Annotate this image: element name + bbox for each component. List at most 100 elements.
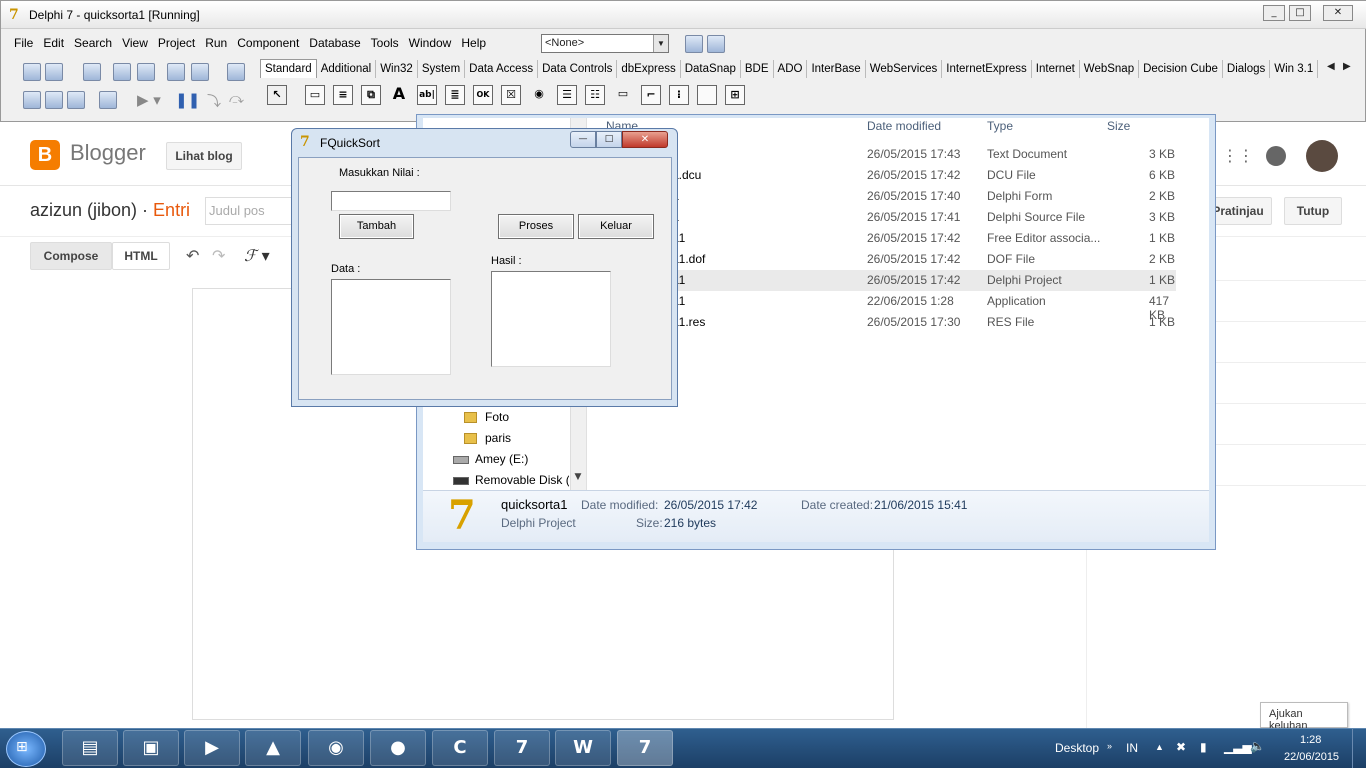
desktop-toolbar[interactable]: Desktop <box>1055 741 1099 755</box>
undo-icon[interactable]: ↶ <box>186 246 199 265</box>
debug-desktop-icon[interactable] <box>707 35 725 53</box>
frames-icon[interactable]: ⧉ <box>361 85 381 105</box>
view-blog-button[interactable]: Lihat blog <box>166 142 242 170</box>
step-over-icon[interactable]: ⤼ <box>229 91 244 107</box>
chevron-down-icon[interactable]: ▼ <box>653 35 668 52</box>
explorer-taskbar-icon[interactable]: ▤ <box>62 730 118 766</box>
tab-data-access[interactable]: Data Access <box>465 60 539 78</box>
tree-item-removable-disk[interactable]: Removable Disk (I <box>453 473 569 487</box>
tab-interbase[interactable]: InterBase <box>807 60 866 78</box>
show-desktop-button[interactable] <box>1352 729 1366 768</box>
maximize-icon[interactable]: □ <box>1289 5 1311 21</box>
tab-dbexpress[interactable]: dbExpress <box>617 60 681 78</box>
form-maximize-icon[interactable]: □ <box>596 131 622 148</box>
network-error-icon[interactable]: ✖ <box>1176 740 1186 754</box>
font-icon[interactable]: ℱ ▾ <box>244 246 270 265</box>
column-size[interactable]: Size <box>1107 119 1130 133</box>
clock-time[interactable]: 1:28 <box>1300 734 1321 746</box>
close-icon[interactable]: ✕ <box>1323 5 1353 21</box>
file-row[interactable]: a1 22/06/2015 1:28 Application 417 KB <box>596 291 1176 322</box>
actionlist-icon[interactable]: ⊞ <box>725 85 745 105</box>
desktop-combo[interactable]: <None> ▼ <box>541 34 669 53</box>
clock-date[interactable]: 22/06/2015 <box>1284 751 1339 763</box>
chrome-taskbar-icon[interactable]: ◉ <box>308 730 364 766</box>
tab-win31[interactable]: Win 3.1 <box>1270 60 1319 78</box>
volume-icon[interactable]: 🔈 <box>1250 739 1265 753</box>
tab-additional[interactable]: Additional <box>317 60 377 78</box>
menu-component[interactable]: Component <box>232 33 304 53</box>
tree-item-paris[interactable]: paris <box>464 431 511 445</box>
button-icon[interactable]: OK <box>473 85 493 105</box>
menu-help[interactable]: Help <box>456 33 491 53</box>
radiobutton-icon[interactable]: ◉ <box>529 85 549 105</box>
desktop-toolbar-arrow-icon[interactable]: » <box>1107 741 1112 751</box>
save-all-icon[interactable] <box>113 63 131 81</box>
menu-database[interactable]: Database <box>304 33 365 53</box>
tab-standard[interactable]: Standard <box>260 59 317 78</box>
save-icon[interactable] <box>83 63 101 81</box>
tab-internetexpress[interactable]: InternetExpress <box>942 60 1032 78</box>
vlc-taskbar-icon[interactable]: ▲ <box>245 730 301 766</box>
view-form-icon[interactable] <box>45 91 63 109</box>
file-row[interactable]: a.dcu 26/05/2015 17:42 DCU File 6 KB <box>596 165 1176 186</box>
toggle-form-unit-icon[interactable] <box>67 91 85 109</box>
form-minimize-icon[interactable]: — <box>570 131 596 148</box>
ide-titlebar[interactable]: 7 Delphi 7 - quicksorta1 [Running] _ □ ✕ <box>1 1 1366 29</box>
listbox-icon[interactable]: ☰ <box>557 85 577 105</box>
scrollbar-icon[interactable]: ▭ <box>613 85 633 105</box>
data-listbox[interactable] <box>331 279 451 375</box>
tray-expand-icon[interactable]: ▲ <box>1155 742 1164 752</box>
media-classic-taskbar-icon[interactable]: ▣ <box>123 730 179 766</box>
blogger-logo-icon[interactable]: B <box>30 140 60 170</box>
column-type[interactable]: Type <box>987 119 1013 133</box>
run-icon[interactable]: ▶ ▾ <box>137 91 161 109</box>
minimize-icon[interactable]: _ <box>1263 5 1285 21</box>
remove-file-icon[interactable] <box>191 63 209 81</box>
save-desktop-icon[interactable] <box>685 35 703 53</box>
trace-into-icon[interactable]: ⤵ <box>207 91 221 111</box>
tab-websnap[interactable]: WebSnap <box>1080 60 1140 78</box>
new-form-icon[interactable] <box>99 91 117 109</box>
menu-run[interactable]: Run <box>200 33 232 53</box>
delphi-running-taskbar-icon[interactable]: 7 <box>617 730 673 766</box>
value-input[interactable] <box>331 191 451 211</box>
result-listbox[interactable] <box>491 271 611 367</box>
firefox-taskbar-icon[interactable]: ● <box>370 730 426 766</box>
file-row[interactable]: a26/05/2015 17:41Delphi Source File3 KB <box>596 207 1176 228</box>
pause-icon[interactable]: ❚❚ <box>175 91 200 109</box>
open-project-icon[interactable] <box>137 63 155 81</box>
scroll-down-icon[interactable]: ▼ <box>571 472 585 488</box>
tree-item-foto[interactable]: Foto <box>464 410 509 424</box>
new-icon[interactable] <box>23 63 41 81</box>
tab-webservices[interactable]: WebServices <box>866 60 943 78</box>
word-taskbar-icon[interactable]: W <box>555 730 611 766</box>
menu-window[interactable]: Window <box>404 33 457 53</box>
tab-internet[interactable]: Internet <box>1032 60 1080 78</box>
view-unit-icon[interactable] <box>23 91 41 109</box>
language-indicator[interactable]: IN <box>1126 741 1138 755</box>
file-row-selected[interactable]: a1 26/05/2015 17:42 Delphi Project 1 KB <box>596 270 1176 291</box>
menu-view[interactable]: View <box>117 33 153 53</box>
pointer-icon[interactable]: ↖ <box>267 85 287 105</box>
add-button[interactable]: Tambah <box>339 214 414 239</box>
html-tab[interactable]: HTML <box>112 242 170 270</box>
exit-button[interactable]: Keluar <box>578 214 654 239</box>
panel-icon[interactable] <box>697 85 717 105</box>
mainmenu-icon[interactable]: ▭ <box>305 85 325 105</box>
tab-decision-cube[interactable]: Decision Cube <box>1139 60 1223 78</box>
groupbox-icon[interactable]: ⌐ <box>641 85 661 105</box>
process-button[interactable]: Proses <box>498 214 574 239</box>
tab-ado[interactable]: ADO <box>774 60 808 78</box>
menu-file[interactable]: File <box>9 33 38 53</box>
media-player-taskbar-icon[interactable]: ▶ <box>184 730 240 766</box>
ccleaner-taskbar-icon[interactable]: C <box>432 730 488 766</box>
column-date-modified[interactable]: Date modified <box>867 119 941 133</box>
redo-icon[interactable]: ↷ <box>212 246 225 265</box>
tab-dialogs[interactable]: Dialogs <box>1223 60 1271 78</box>
tab-datasnap[interactable]: DataSnap <box>681 60 741 78</box>
close-post-button[interactable]: Tutup <box>1284 197 1342 225</box>
palette-scroll-left-icon[interactable]: ◀ <box>1327 61 1335 72</box>
radiogroup-icon[interactable]: ⁝ <box>669 85 689 105</box>
tab-bde[interactable]: BDE <box>741 60 774 78</box>
checkbox-icon[interactable]: ☒ <box>501 85 521 105</box>
